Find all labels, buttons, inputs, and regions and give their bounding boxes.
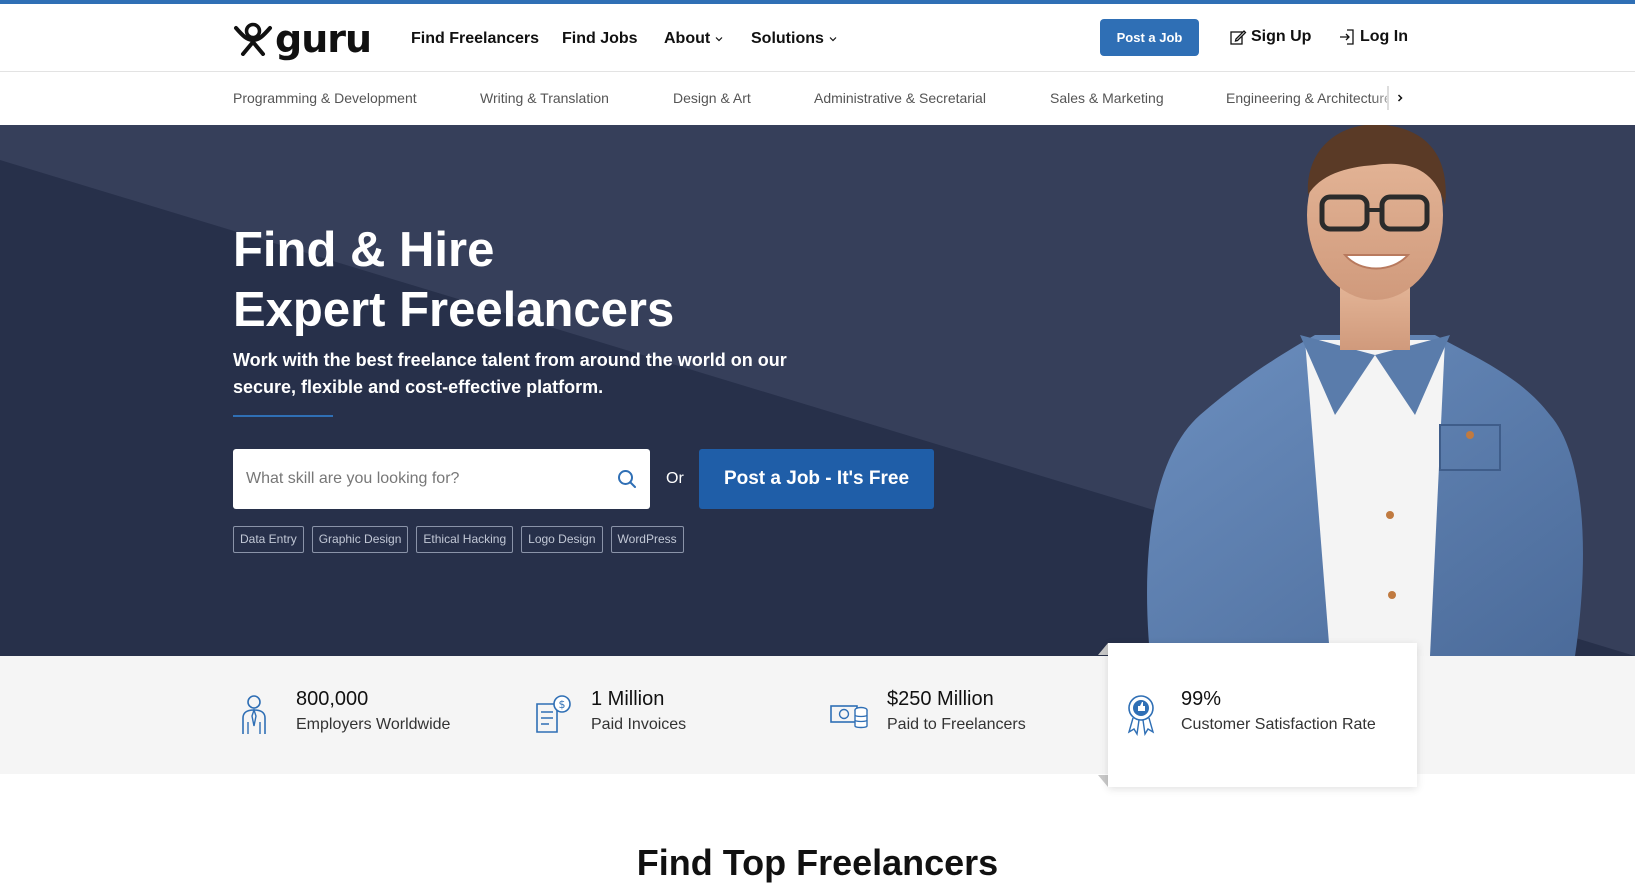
category-programming-development[interactable]: Programming & Development — [233, 90, 417, 106]
guru-logo[interactable]: guru — [233, 17, 372, 61]
login-icon — [1340, 29, 1354, 45]
nav-solutions[interactable]: Solutions — [751, 28, 838, 50]
sign-up-link[interactable]: Sign Up — [1229, 28, 1311, 46]
log-in-link[interactable]: Log In — [1338, 28, 1408, 46]
stat-paid: $250 Million Paid to Freelancers — [829, 686, 1026, 737]
employer-icon — [242, 695, 266, 734]
stat-satisfaction-card: 99% Customer Satisfaction Rate — [1108, 643, 1417, 787]
search-button[interactable] — [603, 449, 650, 509]
stat-satisfaction-label: Customer Satisfaction Rate — [1181, 716, 1376, 733]
popular-skill-tags: Data Entry Graphic Design Ethical Hackin… — [233, 526, 684, 553]
stat-satisfaction: 99% Customer Satisfaction Rate — [1123, 686, 1376, 737]
post-a-job-button[interactable]: Post a Job — [1100, 19, 1199, 56]
card-fold-bottom — [1098, 775, 1108, 787]
nav-solutions-label: Solutions — [751, 30, 824, 47]
stat-paid-label: Paid to Freelancers — [887, 716, 1026, 733]
svg-text:$: $ — [559, 698, 566, 711]
category-bar: Programming & Development Writing & Tran… — [0, 72, 1635, 125]
invoice-icon: $ — [536, 695, 571, 733]
hero-title-line1: Find & Hire — [233, 223, 495, 277]
search-icon — [617, 470, 636, 488]
site-header: guru Find Freelancers Find Jobs About So… — [0, 4, 1635, 72]
tag-logo-design[interactable]: Logo Design — [521, 526, 603, 553]
section-title-find-top-freelancers: Find Top Freelancers — [636, 842, 999, 883]
category-design-art[interactable]: Design & Art — [673, 90, 751, 106]
stat-invoices-value: 1 Million — [591, 688, 665, 710]
skill-search-box — [233, 449, 650, 509]
chevron-down-icon — [829, 37, 837, 42]
post-a-job-free-button[interactable]: Post a Job - It's Free — [699, 449, 934, 509]
stat-employers: 800,000 Employers Worldwide — [238, 686, 450, 737]
hero-subtitle: Work with the best freelance talent from… — [233, 350, 787, 397]
stat-invoices: $ 1 Million Paid Invoices — [533, 686, 686, 737]
logo-wordmark: guru — [275, 17, 372, 61]
edit-icon — [1230, 30, 1247, 45]
hero-divider — [233, 415, 333, 417]
category-engineering-architecture[interactable]: Engineering & Architecture — [1226, 90, 1392, 106]
category-sales-marketing[interactable]: Sales & Marketing — [1050, 90, 1164, 106]
log-in-label: Log In — [1360, 28, 1408, 45]
hero-section: Find & Hire Expert Freelancers Work with… — [0, 125, 1635, 656]
category-administrative-secretarial[interactable]: Administrative & Secretarial — [814, 90, 986, 106]
category-writing-translation[interactable]: Writing & Translation — [480, 90, 609, 106]
guru-logo-mark-icon — [234, 22, 272, 56]
sign-up-label: Sign Up — [1251, 28, 1312, 45]
freelancer-photo — [1147, 125, 1583, 656]
or-separator: Or — [666, 470, 684, 487]
tag-data-entry[interactable]: Data Entry — [233, 526, 304, 553]
award-icon — [1127, 695, 1155, 736]
skill-search-input[interactable] — [233, 449, 603, 509]
tag-wordpress[interactable]: WordPress — [610, 526, 684, 553]
stat-satisfaction-value: 99% — [1181, 688, 1222, 710]
tag-graphic-design[interactable]: Graphic Design — [311, 526, 409, 553]
card-fold-top — [1098, 643, 1108, 655]
nav-find-freelancers[interactable]: Find Freelancers — [411, 28, 539, 50]
chevron-right-icon — [1397, 94, 1403, 102]
stat-invoices-label: Paid Invoices — [591, 716, 687, 733]
hero-title-line2: Expert Freelancers — [233, 283, 675, 337]
stat-employers-label: Employers Worldwide — [296, 716, 451, 733]
hero-title: Find & Hire Expert Freelancers — [233, 220, 674, 340]
category-next-button[interactable] — [1387, 86, 1411, 110]
nav-about[interactable]: About — [664, 28, 724, 50]
nav-about-label: About — [664, 30, 711, 47]
tag-ethical-hacking[interactable]: Ethical Hacking — [416, 526, 514, 553]
money-icon — [830, 705, 868, 729]
stat-employers-value: 800,000 — [296, 688, 369, 710]
chevron-down-icon — [715, 37, 723, 42]
nav-find-jobs[interactable]: Find Jobs — [562, 28, 638, 50]
stat-paid-value: $250 Million — [887, 688, 994, 710]
